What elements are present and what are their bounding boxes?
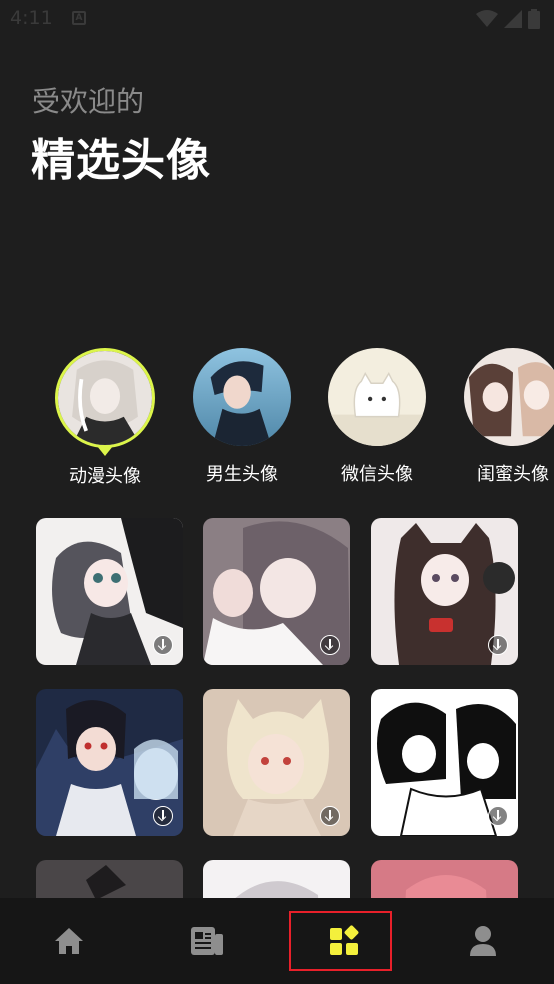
notification-icon: A (72, 11, 86, 25)
category-label: 闺蜜头像 (477, 464, 549, 485)
download-icon[interactable] (488, 635, 508, 655)
avatar-card[interactable] (371, 689, 518, 836)
category-besties[interactable]: 闺蜜头像 (458, 348, 554, 486)
selected-pointer (97, 446, 113, 456)
wifi-icon (476, 10, 498, 27)
category-wechat[interactable]: 微信头像 (322, 348, 432, 486)
section-subtitle: 受欢迎的 (32, 85, 145, 118)
screen: 4:11 A 受欢迎的 精选头像 动漫头像 男生头像 微信头像 闺蜜头像 (0, 0, 554, 984)
avatar-card[interactable] (371, 860, 518, 898)
nav-home[interactable] (0, 898, 138, 984)
avatar-card[interactable] (36, 689, 183, 836)
category-list: 动漫头像 男生头像 微信头像 闺蜜头像 (0, 348, 554, 498)
avatar-card[interactable] (36, 518, 183, 665)
category-avatar-anime (55, 348, 155, 448)
category-boys[interactable]: 男生头像 (187, 348, 297, 486)
download-icon[interactable] (488, 806, 508, 826)
battery-icon (528, 9, 540, 29)
avatar-card[interactable] (203, 860, 350, 898)
status-icons (476, 9, 540, 29)
signal-icon (504, 10, 522, 28)
category-avatar-boys (193, 348, 291, 446)
category-anime[interactable]: 动漫头像 (50, 348, 160, 488)
newspaper-icon (191, 927, 223, 955)
download-icon[interactable] (153, 635, 173, 655)
download-icon[interactable] (320, 806, 340, 826)
category-label: 动漫头像 (69, 466, 141, 487)
category-label: 男生头像 (206, 464, 278, 485)
bottom-nav (0, 898, 554, 984)
category-avatar-besties (464, 348, 554, 446)
avatar-card[interactable] (203, 689, 350, 836)
home-icon (55, 928, 83, 954)
category-avatar-wechat (328, 348, 426, 446)
status-bar: 4:11 A (0, 0, 554, 40)
person-icon (470, 926, 496, 956)
avatar-grid (36, 518, 518, 898)
avatar-card[interactable] (371, 518, 518, 665)
selected-tab-highlight (289, 911, 392, 971)
status-time: 4:11 (10, 7, 53, 29)
category-label: 微信头像 (341, 464, 413, 485)
nav-profile[interactable] (414, 898, 552, 984)
download-icon[interactable] (320, 635, 340, 655)
avatar-card[interactable] (203, 518, 350, 665)
nav-articles[interactable] (138, 898, 276, 984)
download-icon[interactable] (153, 806, 173, 826)
avatar-card[interactable] (36, 860, 183, 898)
page-title: 精选头像 (31, 135, 211, 186)
